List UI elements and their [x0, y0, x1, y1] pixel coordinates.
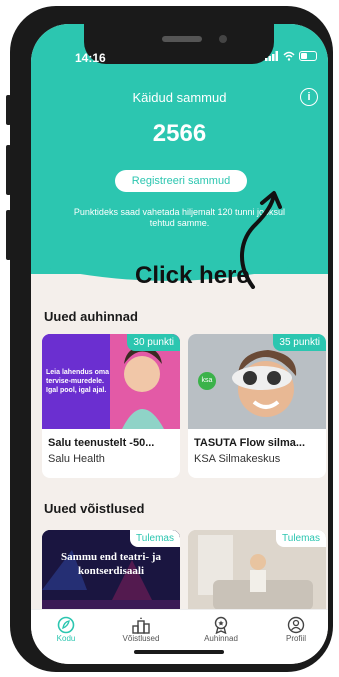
rewards-title: Uued auhinnad	[44, 309, 138, 324]
tab-home-label: Kodu	[56, 634, 76, 643]
upcoming-badge: Tulemas	[276, 530, 326, 547]
steps-title: Käidud sammud	[132, 90, 227, 105]
reward-name: TASUTA Flow silma...	[194, 437, 306, 449]
award-icon	[214, 616, 228, 634]
camera	[219, 35, 227, 43]
trophy-icon	[132, 617, 150, 634]
reward-image: Leia lahendus oma tervise-muredele. Igal…	[42, 334, 180, 429]
contest-image-text: Sammu end teatri- ja kontserdisaali	[61, 551, 161, 577]
upcoming-badge: Tulemas	[130, 530, 180, 547]
profile-icon	[287, 616, 305, 634]
contests-title: Uued võistlused	[44, 501, 145, 516]
points-badge: 30 punkti	[127, 334, 180, 351]
click-here-annotation: Click here	[135, 262, 250, 289]
battery-icon	[299, 51, 317, 61]
reward-image-text: Leia lahendus oma tervise-muredele. Igal…	[46, 369, 110, 394]
tab-bar: Kodu Võistlused Auhinnad Profiil	[31, 609, 328, 664]
tab-rewards-label: Auhinnad	[204, 634, 238, 643]
phone-frame: 14:16 Käidud sammud i 2566 Registreeri s…	[10, 6, 333, 672]
tab-profile-label: Profiil	[285, 634, 306, 643]
wifi-icon	[283, 51, 295, 61]
reward-card[interactable]: ksa 35 punkti TASUTA Flow silma... KSA S…	[188, 334, 326, 478]
reward-provider: KSA Silmakeskus	[194, 453, 281, 465]
reward-card[interactable]: Leia lahendus oma tervise-muredele. Igal…	[42, 334, 180, 478]
status-icons	[265, 51, 317, 61]
info-icon[interactable]: i	[300, 88, 318, 106]
home-icon	[57, 616, 75, 634]
steps-count: 2566	[152, 120, 207, 147]
reward-name: Salu teenustelt -50...	[48, 437, 155, 449]
points-badge: 35 punkti	[273, 334, 326, 351]
tab-rewards[interactable]: Auhinnad	[191, 616, 251, 643]
ksa-logo: ksa	[198, 372, 216, 390]
contest-card[interactable]: Tulemas	[188, 530, 326, 620]
contest-card[interactable]: Sammu end teatri- ja kontserdisaali Tule…	[42, 530, 180, 620]
status-time: 14:16	[75, 51, 106, 65]
app-screen: 14:16 Käidud sammud i 2566 Registreeri s…	[31, 24, 328, 664]
signal-icon	[265, 51, 278, 61]
tab-contests-label: Võistlused	[122, 634, 160, 643]
tab-profile[interactable]: Profiil	[266, 616, 326, 643]
home-indicator[interactable]	[134, 650, 224, 654]
notch	[84, 24, 274, 64]
reward-provider: Salu Health	[48, 453, 105, 465]
tab-home[interactable]: Kodu	[36, 616, 96, 643]
tab-contests[interactable]: Võistlused	[111, 616, 171, 643]
reward-image: ksa 35 punkti	[188, 334, 326, 429]
speaker	[162, 36, 202, 42]
